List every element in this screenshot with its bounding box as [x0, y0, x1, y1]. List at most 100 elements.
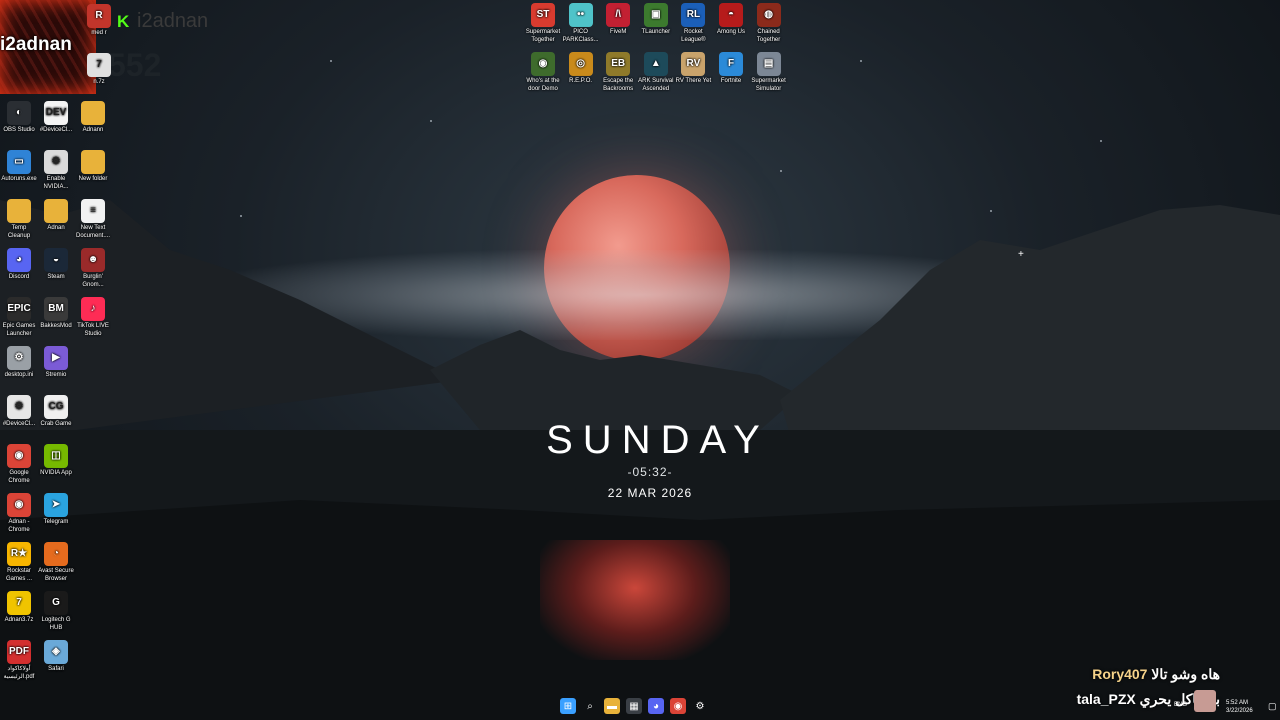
shortcut-label: Fortnite: [720, 78, 742, 84]
shortcut-label: Avast Secure Browser: [38, 568, 74, 582]
desktop-shortcut[interactable]: ☻ Burglin' Gnom...: [74, 248, 112, 289]
shortcut-label: Adnan3.7z: [4, 617, 34, 623]
notification-icon[interactable]: ▢: [1268, 701, 1277, 712]
tray-time[interactable]: 5:52 AM: [1226, 700, 1248, 706]
epic-games-icon: EPIC: [7, 297, 31, 321]
desktop-shortcut[interactable]: ▣ TLauncher: [637, 3, 675, 37]
folder-icon: [7, 199, 31, 223]
desktop-shortcut[interactable]: Adnann: [74, 101, 112, 135]
desktop-shortcut[interactable]: G Logitech G HUB: [37, 591, 75, 632]
desktop-shortcut[interactable]: ◈ Safari: [37, 640, 75, 674]
autoruns-icon: ▭: [7, 150, 31, 174]
gear-icon: ⚙: [695, 700, 705, 712]
desktop-shortcut[interactable]: 7 n.7z: [80, 53, 118, 87]
shortcut-label: n.7z: [93, 79, 105, 85]
shortcut-label: BakkesMod: [40, 323, 72, 329]
desktop-shortcut[interactable]: ▭ Autoruns.exe: [0, 150, 38, 184]
chat-username: Rory407: [1092, 666, 1148, 682]
shortcut-label: Discord: [8, 274, 30, 280]
desktop-shortcut[interactable]: PDF أولاكاكواد الرئيسية.pdf: [0, 640, 38, 681]
desktop-shortcut[interactable]: ♪ TikTok LIVE Studio: [74, 297, 112, 338]
folder-icon: [81, 101, 105, 125]
language-indicator[interactable]: ENG: [1174, 702, 1187, 708]
settings-taskbar-button[interactable]: ⚙: [692, 698, 708, 714]
desktop-shortcut[interactable]: ST Supermarket Together: [524, 3, 562, 44]
rv-there-yet-icon: RV: [681, 52, 706, 76]
desktop-shortcut[interactable]: ◕ Discord: [0, 248, 38, 282]
shortcut-label: Logitech G HUB: [41, 617, 71, 631]
desktop-shortcut[interactable]: RL Rocket League®: [674, 3, 712, 44]
desktop-shortcut[interactable]: R★ Rockstar Games ...: [0, 542, 38, 583]
taskbar: ⊞ ⌕ ▬ ▦ ◕ ◉ ⚙: [560, 698, 708, 714]
chrome-taskbar-button[interactable]: ◉: [670, 698, 686, 714]
search-button[interactable]: ⌕: [582, 698, 598, 714]
desktop-shortcut[interactable]: 7 Adnan3.7z: [0, 591, 38, 625]
moon-reflection: [540, 540, 730, 660]
chained-together-icon: ◍: [756, 3, 781, 27]
folder-icon: ▬: [607, 700, 617, 712]
shortcut-label: Epic Games Launcher: [2, 323, 36, 337]
shortcut-label: RV There Yet: [675, 78, 712, 84]
desktop-shortcut[interactable]: ▶ Stremio: [37, 346, 75, 380]
desktop-shortcut[interactable]: ▤ Supermarket Simulator: [750, 52, 788, 93]
shortcut-label: Adnann: [82, 127, 104, 133]
stremio-icon: ▶: [44, 346, 68, 370]
obs-studio-icon: ◐: [7, 101, 31, 125]
discord-icon: ◕: [652, 700, 660, 712]
escape-backrooms-icon: EB: [606, 52, 631, 76]
desktop-shortcut[interactable]: ⚙ Enable NVIDIA...: [37, 150, 75, 191]
desktop-shortcut[interactable]: EPIC Epic Games Launcher: [0, 297, 38, 338]
shortcut-label: Supermarket Simulator: [751, 78, 786, 92]
desktop-shortcut[interactable]: ▲ ARK Survival Ascended: [637, 52, 675, 93]
desktop-shortcut[interactable]: ◔ Avast Secure Browser: [37, 542, 75, 583]
file-icon: ⚙: [7, 395, 31, 419]
desktop-shortcut[interactable]: Rmed r: [80, 4, 118, 38]
shortcut-label: Supermarket Together: [525, 29, 561, 43]
shortcut-label: Escape the Backrooms: [603, 78, 634, 92]
among-us-icon: ◓: [719, 3, 743, 27]
shortcut-label: Rocket League®: [681, 29, 706, 43]
desktop-shortcut[interactable]: ◒ Steam: [37, 248, 75, 282]
desktop-shortcut[interactable]: BM BakkesMod: [37, 297, 75, 331]
desktop-shortcut[interactable]: ⚙ desktop.ini: [0, 346, 38, 380]
shortcut-label: New Text Document....: [75, 225, 110, 239]
file-explorer-button[interactable]: ▬: [604, 698, 620, 714]
shortcut-label: Among Us: [716, 29, 745, 35]
desktop-shortcut[interactable]: New folder: [74, 150, 112, 184]
shortcut-label: أولاكاكواد الرئيسية.pdf: [3, 666, 35, 680]
desktop-shortcut[interactable]: RV RV There Yet: [674, 52, 712, 86]
webcam-avatar: [1194, 690, 1216, 712]
fivem-icon: /\: [606, 3, 631, 27]
desktop-shortcut[interactable]: EB Escape the Backrooms: [599, 52, 637, 93]
shortcut-label: Chained Together: [756, 29, 781, 43]
desktop-shortcut[interactable]: Temp Cleanup: [0, 199, 38, 240]
desktop-shortcut[interactable]: •• PICO PARKClass...: [562, 3, 600, 44]
rocket-league-icon: RL: [681, 3, 706, 27]
desktop-shortcut[interactable]: ◐ OBS Studio: [0, 101, 38, 135]
bakkesmod-icon: BM: [44, 297, 68, 321]
desktop-shortcut[interactable]: ≡ New Text Document....: [74, 199, 112, 240]
search-icon: ⌕: [587, 700, 593, 712]
chrome-icon: ◉: [673, 700, 683, 712]
calendar-button[interactable]: ▦: [626, 698, 642, 714]
device-cleanup-icon: DEV: [44, 101, 68, 125]
discord-icon: ◕: [7, 248, 31, 272]
whos-at-the-door-icon: ◉: [531, 52, 555, 76]
desktop-shortcut[interactable]: ◍ Chained Together: [750, 3, 788, 44]
desktop-shortcut[interactable]: DEV #DeviceCl...: [37, 101, 75, 135]
chat-username: tala_PZX: [1076, 691, 1136, 707]
shortcut-label: Burglin' Gnom...: [82, 274, 104, 288]
desktop-shortcut[interactable]: ◎ R.E.P.O.: [562, 52, 600, 86]
shortcut-label: PICO PARKClass...: [562, 29, 599, 43]
tray-date[interactable]: 3/22/2026: [1226, 708, 1253, 714]
desktop-shortcut[interactable]: ◓ Among Us: [712, 3, 750, 37]
shortcut-label: Temp Cleanup: [7, 225, 31, 239]
desktop-shortcut[interactable]: Adnan: [37, 199, 75, 233]
crab-game-icon: CG: [44, 395, 68, 419]
discord-taskbar-button[interactable]: ◕: [648, 698, 664, 714]
ark-icon: ▲: [643, 52, 668, 76]
desktop-shortcut[interactable]: F Fortnite: [712, 52, 750, 86]
start-button[interactable]: ⊞: [560, 698, 576, 714]
desktop-shortcut[interactable]: ◉ Who's at the door Demo: [524, 52, 562, 93]
desktop-shortcut[interactable]: /\ FiveM: [599, 3, 637, 37]
